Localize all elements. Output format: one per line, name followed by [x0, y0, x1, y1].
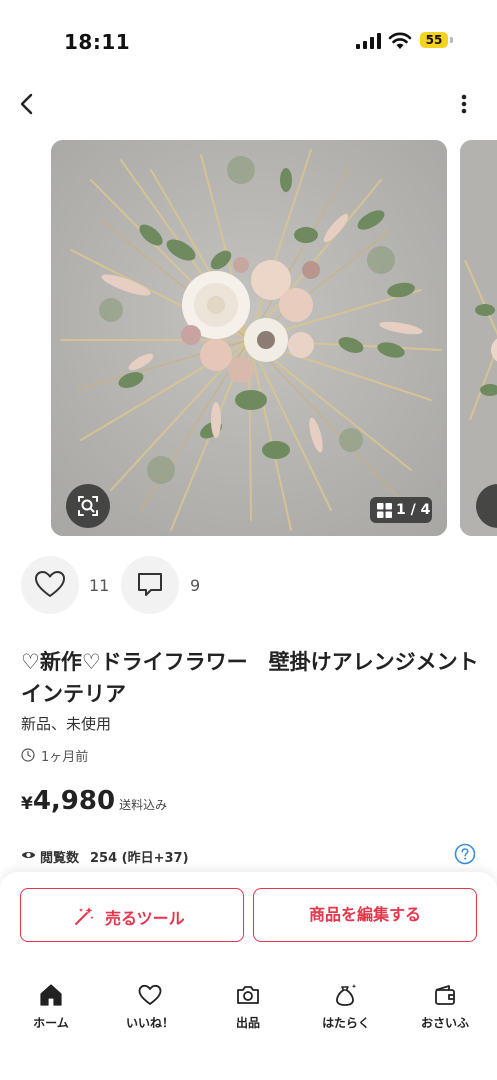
- product-photo[interactable]: [51, 140, 447, 536]
- image-search-button[interactable]: [66, 484, 110, 528]
- photo-counter: 1 / 4: [370, 497, 432, 523]
- home-icon: [40, 984, 62, 1006]
- currency-symbol: ¥: [21, 794, 33, 814]
- tab-wallet-label: おさいふ: [420, 1016, 469, 1030]
- views-label: 閲覧数: [40, 851, 80, 866]
- nav-header: [0, 80, 497, 130]
- like-button[interactable]: [21, 556, 79, 614]
- bottom-panel: 売るツール 商品を編集する ホーム いいね！ 出品 はたらく おさいふ: [0, 872, 497, 1080]
- heart-icon: [35, 571, 65, 597]
- price: 4,980: [32, 786, 116, 816]
- tab-work-label: はたらく: [322, 1016, 370, 1030]
- chevron-left-icon: [20, 93, 33, 115]
- image-carousel[interactable]: [0, 140, 497, 538]
- more-menu-button[interactable]: [450, 88, 478, 120]
- comment-button[interactable]: [121, 556, 179, 614]
- magic-wand-icon: [75, 907, 94, 925]
- posted-time-text: 1ヶ月前: [41, 750, 89, 765]
- wifi-icon: [388, 32, 412, 49]
- like-count: 11: [89, 576, 110, 595]
- image-search-icon: [78, 496, 98, 516]
- dried-flower-arrangement-image: [51, 140, 447, 536]
- tab-wallet[interactable]: おさいふ: [405, 976, 485, 1036]
- photo-counter-text: 1 / 4: [396, 502, 431, 518]
- eye-icon: [21, 852, 36, 858]
- help-button[interactable]: [454, 843, 476, 865]
- tab-likes[interactable]: いいね！: [110, 976, 190, 1036]
- tab-likes-label: いいね！: [125, 1016, 174, 1030]
- sell-tools-label: 売るツール: [105, 909, 185, 928]
- comment-icon: [138, 573, 162, 596]
- tab-bar: ホーム いいね！ 出品 はたらく おさいふ: [0, 976, 497, 1046]
- wallet-icon: [435, 985, 455, 1005]
- comment-count: 9: [190, 576, 201, 595]
- grid-icon: [377, 503, 392, 518]
- heart-icon: [138, 984, 162, 1005]
- battery-indicator: 55: [420, 30, 454, 50]
- views-value: 254 (昨日+37): [90, 851, 189, 866]
- tab-work[interactable]: はたらく: [306, 976, 386, 1036]
- tab-listing[interactable]: 出品: [208, 976, 288, 1036]
- tab-home-label: ホーム: [33, 1016, 69, 1030]
- clock-icon: [21, 748, 35, 762]
- next-photo-preview[interactable]: [460, 140, 497, 536]
- tab-listing-label: 出品: [235, 1016, 260, 1030]
- question-circle-icon: [454, 843, 476, 865]
- price-row: ¥4,980 送料込み: [21, 786, 167, 820]
- money-bag-icon: [336, 984, 357, 1006]
- item-condition: 新品、未使用: [21, 715, 112, 733]
- tab-home[interactable]: ホーム: [11, 976, 91, 1036]
- cellular-signal-icon: [356, 33, 381, 49]
- battery-level: 55: [425, 33, 443, 47]
- camera-icon: [237, 986, 259, 1004]
- sell-tools-button[interactable]: 売るツール: [20, 888, 244, 942]
- shipping-note: 送料込み: [119, 798, 168, 812]
- status-bar: 18:11 55: [0, 0, 497, 80]
- status-time: 18:11: [64, 30, 131, 54]
- more-vertical-icon: [461, 94, 467, 114]
- edit-item-button[interactable]: 商品を編集する: [253, 888, 477, 942]
- item-title: ♡新作♡ドライフラワー 壁掛けアレンジメント インテリア: [21, 650, 497, 706]
- back-button[interactable]: [12, 88, 44, 120]
